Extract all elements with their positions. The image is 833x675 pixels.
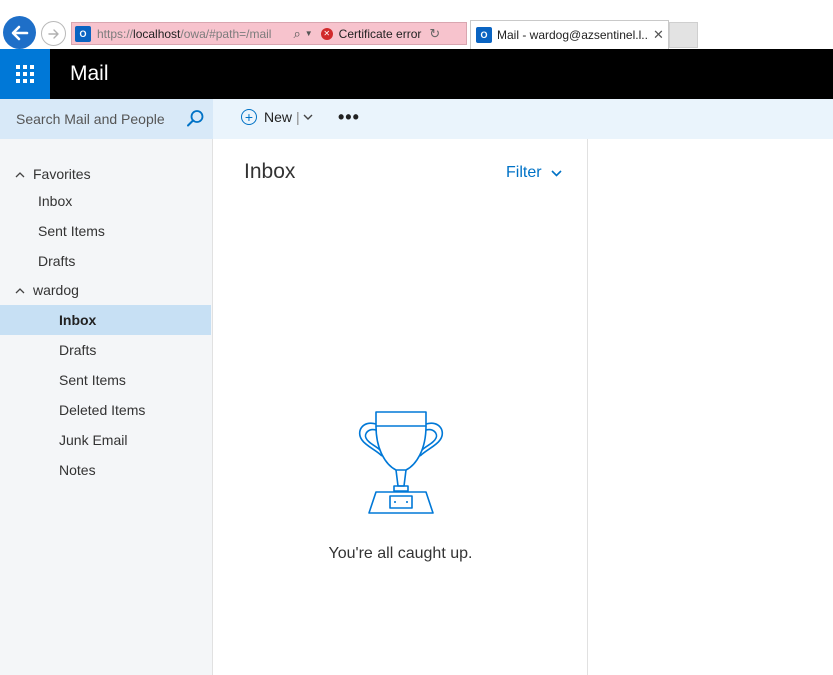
filter-button[interactable]: Filter (506, 164, 562, 182)
folder-label: Sent Items (59, 372, 126, 388)
back-button[interactable] (3, 16, 36, 49)
app-header: Mail (0, 49, 833, 99)
app-launcher-button[interactable] (0, 49, 50, 99)
favorites-header[interactable]: Favorites (0, 159, 211, 189)
command-bar: + New | ••• (0, 99, 833, 139)
folder-label: Drafts (38, 253, 76, 269)
app-title: Mail (70, 62, 109, 85)
folder-label: Inbox (59, 312, 97, 328)
folder-item-notes[interactable]: Notes (0, 455, 211, 485)
chevron-down-icon (550, 169, 562, 177)
folder-item-sent-items[interactable]: Sent Items (0, 365, 211, 395)
tab-title: Mail - wardog@azsentinel.l... (497, 28, 649, 42)
favorites-item-drafts[interactable]: Drafts (0, 246, 211, 276)
favorites-item-sent-items[interactable]: Sent Items (0, 216, 211, 246)
browser-toolbar: O https://localhost/owa/#path=/mail ⌕ ▼ … (0, 0, 833, 49)
account-header[interactable]: wardog (0, 275, 211, 305)
message-list: Inbox Filter You're all caught up. (213, 139, 588, 675)
address-search-icon[interactable]: ⌕ (293, 26, 300, 42)
folder-title: Inbox (244, 160, 296, 183)
folder-label: Sent Items (38, 223, 105, 239)
outlook-favicon-icon: O (476, 27, 492, 43)
folder-item-junk-email[interactable]: Junk Email (0, 425, 211, 455)
account-label: wardog (33, 282, 79, 298)
url-path: /owa/#path=/mail (180, 26, 272, 41)
forward-button[interactable] (41, 21, 66, 46)
more-actions-button[interactable]: ••• (338, 107, 360, 128)
address-dropdown-icon[interactable]: ▼ (305, 29, 313, 38)
new-message-button[interactable]: + New | (241, 109, 313, 125)
certificate-error-label[interactable]: Certificate error (339, 27, 422, 41)
new-separator: | (296, 109, 300, 125)
close-tab-icon[interactable]: ✕ (653, 27, 664, 43)
chevron-up-icon (15, 172, 25, 178)
chevron-down-icon[interactable] (303, 114, 313, 121)
arrow-left-icon (11, 25, 28, 40)
folder-label: Junk Email (59, 432, 128, 448)
refresh-icon[interactable]: ↻ (429, 26, 440, 42)
new-tab-button[interactable] (669, 22, 698, 48)
browser-tab-mail[interactable]: O Mail - wardog@azsentinel.l... ✕ (470, 20, 669, 49)
chevron-up-icon (15, 288, 25, 294)
url-host: localhost (133, 26, 181, 41)
new-label: New (264, 109, 293, 125)
folder-label: Notes (59, 462, 96, 478)
plus-circle-icon: + (241, 109, 257, 125)
arrow-right-icon (47, 28, 59, 39)
folder-item-deleted-items[interactable]: Deleted Items (0, 395, 211, 425)
search-icon[interactable] (186, 109, 205, 128)
filter-label: Filter (506, 164, 542, 181)
folder-label: Drafts (59, 342, 97, 358)
search-input[interactable] (16, 111, 176, 127)
address-bar[interactable]: O https://localhost/owa/#path=/mail ⌕ ▼ … (71, 22, 467, 45)
folder-item-drafts[interactable]: Drafts (0, 335, 211, 365)
favorites-item-inbox[interactable]: Inbox (0, 186, 211, 216)
empty-state-message: You're all caught up. (328, 545, 473, 562)
folder-item-inbox[interactable]: Inbox (0, 305, 211, 335)
trophy-icon (358, 411, 444, 514)
reading-pane (589, 139, 833, 675)
outlook-favicon-icon: O (75, 25, 91, 42)
search-box[interactable] (0, 99, 213, 139)
folder-label: Deleted Items (59, 402, 146, 418)
url-scheme: https:// (97, 26, 134, 41)
folder-label: Inbox (38, 193, 73, 209)
address-url[interactable]: https://localhost/owa/#path=/mail (97, 27, 271, 41)
favorites-label: Favorites (33, 166, 91, 182)
certificate-error-icon[interactable]: ✕ (320, 27, 333, 40)
folder-pane: Favorites Inbox Sent Items Drafts wardog… (0, 139, 213, 675)
